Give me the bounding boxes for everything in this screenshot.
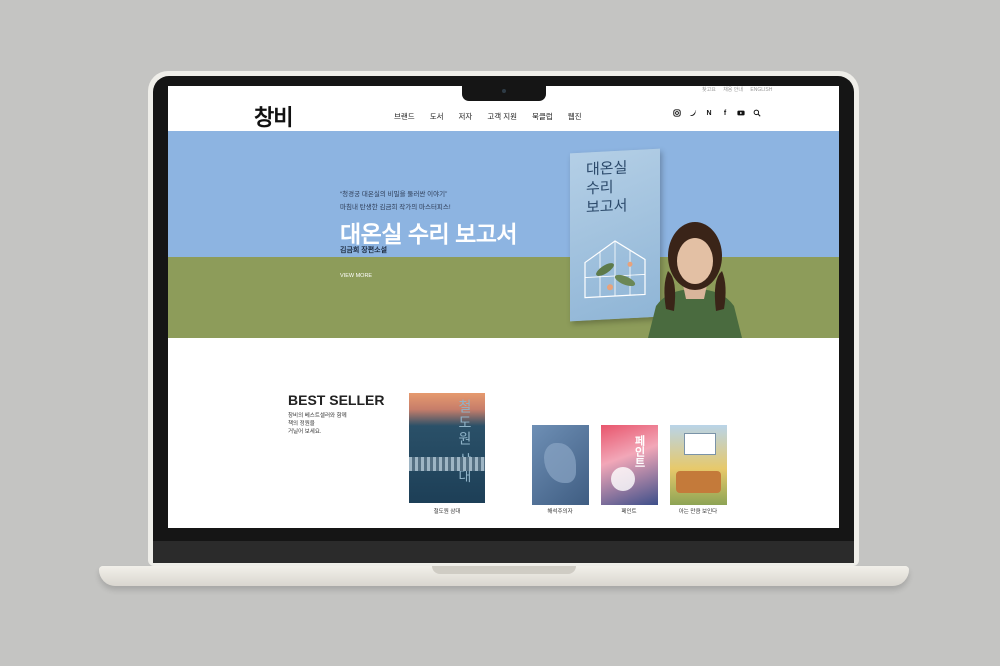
book-cover-1[interactable]: 철도원 삼대 xyxy=(409,393,485,503)
twitter-icon[interactable] xyxy=(689,109,697,117)
book-cover-1-title: 철도원 삼대 xyxy=(457,399,473,485)
bestseller-title: BEST SELLER xyxy=(288,392,385,408)
hero-banner[interactable]: “청경궁 대온실의 비밀을 둘러싼 이야기” 마침내 탄생한 김금희 작가의 마… xyxy=(168,131,839,338)
util-link-1[interactable]: 찾고요 xyxy=(702,87,716,93)
search-icon[interactable] xyxy=(753,109,761,117)
browser-screen: 찾고요 채용 안내 ENGLISH 창비 브랜드 도서 저자 고객 지원 북클럽… xyxy=(168,86,839,528)
nav-item-authors[interactable]: 저자 xyxy=(459,111,473,122)
book-cover-1-train xyxy=(409,457,485,471)
camera-icon xyxy=(502,89,506,93)
laptop-base xyxy=(99,566,909,586)
book-caption-4[interactable]: 아는 만큼 보인다 xyxy=(653,507,743,515)
book-cover-3-art xyxy=(611,467,635,491)
youtube-icon[interactable] xyxy=(737,109,745,117)
laptop-base-notch xyxy=(432,566,576,574)
book-cover-2-art xyxy=(544,443,576,483)
naver-icon[interactable]: N xyxy=(705,109,713,117)
facebook-icon[interactable]: f xyxy=(721,109,729,117)
hero-author: 김금희 장편소설 xyxy=(340,247,388,254)
nav-item-support[interactable]: 고객 지원 xyxy=(487,111,517,122)
utility-links: 찾고요 채용 안내 ENGLISH xyxy=(696,86,772,93)
book-cover-4-label xyxy=(684,433,716,455)
social-links: N f xyxy=(673,109,761,117)
nav-item-webzine[interactable]: 웹진 xyxy=(568,111,582,122)
util-link-2[interactable]: 채용 안내 xyxy=(723,87,743,93)
screen-notch xyxy=(462,86,546,101)
author-photo xyxy=(648,222,742,338)
laptop-bezel-bottom xyxy=(153,541,854,563)
book-cover-4-art xyxy=(676,471,721,493)
main-nav: 브랜드 도서 저자 고객 지원 북클럽 웹진 xyxy=(394,111,582,122)
bestseller-description: 창비의 베스트셀러와 함께 책의 정원을 거닐어 보세요. xyxy=(288,413,347,435)
hero-subtitle: 마침내 탄생한 김금희 작가의 마스터피스! xyxy=(340,204,451,211)
book-cover-3[interactable]: 페인트 xyxy=(601,425,658,505)
view-more-link[interactable]: VIEW MORE xyxy=(340,273,372,279)
instagram-icon[interactable] xyxy=(673,109,681,117)
nav-item-bookclub[interactable]: 북클럽 xyxy=(532,111,553,122)
hero-quote: “청경궁 대온실의 비밀을 둘러싼 이야기” xyxy=(340,191,448,198)
book-caption-1[interactable]: 철도원 삼대 xyxy=(402,507,492,515)
hero-title: 대온실 수리 보고서 xyxy=(340,221,518,247)
book-cover-3-title: 페인트 xyxy=(633,435,645,468)
nav-item-brand[interactable]: 브랜드 xyxy=(394,111,415,122)
book-cover-4[interactable] xyxy=(670,425,727,505)
site-logo[interactable]: 창비 xyxy=(254,100,293,132)
book-cover-2[interactable] xyxy=(532,425,589,505)
nav-item-books[interactable]: 도서 xyxy=(430,111,444,122)
util-link-english[interactable]: ENGLISH xyxy=(750,87,772,93)
